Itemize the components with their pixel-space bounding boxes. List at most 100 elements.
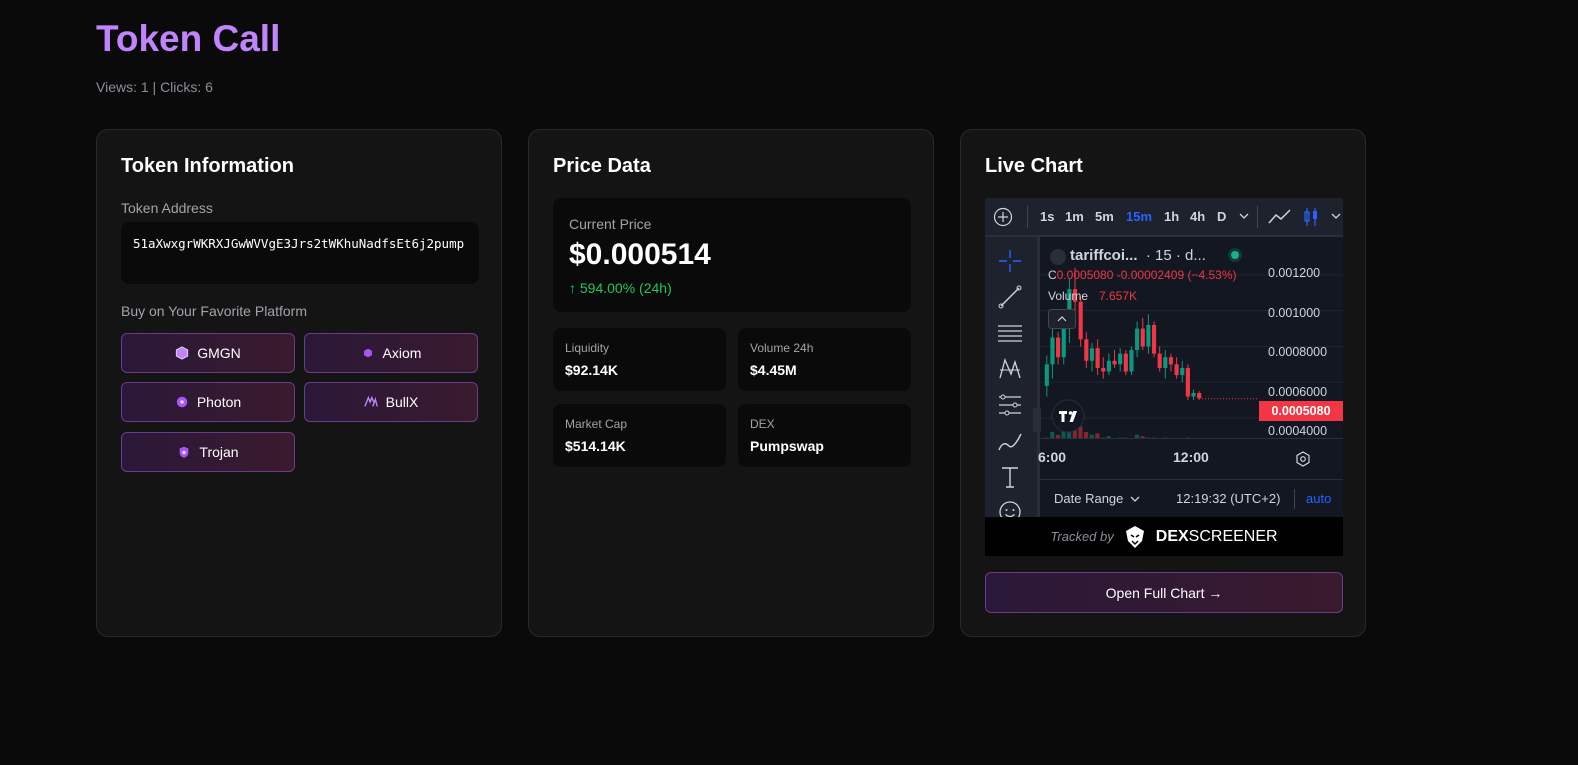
candle-body <box>1056 337 1061 358</box>
token-address-value[interactable]: 51aXwxgrWKRXJGwWVVgE3Jrs2tWKhuNadfsEt6j2… <box>121 222 479 284</box>
dex-label: DEX <box>750 417 775 431</box>
chart-bottom-bar: Date Range 12:19:32 (UTC+2) auto <box>1040 479 1343 518</box>
dex-metric: DEX Pumpswap <box>738 404 911 467</box>
auto-scale-toggle[interactable]: auto <box>1306 491 1331 506</box>
date-range-label: Date Range <box>1054 491 1124 506</box>
trojan-shield-icon <box>180 446 189 458</box>
axiom-label: Axiom <box>382 345 422 361</box>
timeframe-15m[interactable]: 15m <box>1126 209 1152 224</box>
token-avatar-icon <box>1050 249 1066 265</box>
live-chart-card: Live Chart 1s 1m 5m 15m 1h 4h D tariffco… <box>960 129 1366 637</box>
gmgn-button[interactable]: GMGN <box>121 333 295 373</box>
photon-circle-icon <box>176 396 188 408</box>
text-tool-icon[interactable] <box>997 464 1023 490</box>
time-axis-label: 12:00 <box>1173 449 1209 465</box>
platforms-label: Buy on Your Favorite Platform <box>121 303 307 319</box>
candle-body <box>1151 325 1157 354</box>
candle-body <box>1112 360 1117 365</box>
token-information-heading: Token Information <box>121 155 294 177</box>
candle-body <box>1140 328 1145 347</box>
add-indicator-icon[interactable] <box>993 207 1013 227</box>
dexscreener-logo-icon <box>1125 525 1144 548</box>
dex-value: Pumpswap <box>750 438 824 454</box>
price-axis-label: 0.0004000 <box>1268 424 1328 438</box>
ohlc-prefix: C <box>1048 268 1057 282</box>
volume-label: Volume 24h <box>750 341 814 355</box>
candle-body <box>1118 353 1123 365</box>
trend-line-icon[interactable] <box>997 284 1023 310</box>
time-axis: 6:00 12:00 <box>1038 438 1343 479</box>
candle-body <box>1163 357 1168 368</box>
settings-gear-icon[interactable] <box>1295 451 1311 467</box>
candlestick-icon[interactable] <box>1303 206 1319 228</box>
tracked-by-label: Tracked by <box>1050 529 1114 544</box>
candle-body <box>1174 364 1179 376</box>
chart-symbol-name: tariffcoi... <box>1070 247 1138 264</box>
price-axis-label: 0.0008000 <box>1268 345 1328 359</box>
candle-body <box>1123 353 1128 372</box>
fib-tool-icon[interactable] <box>997 392 1023 418</box>
market-cap-metric: Market Cap $514.14K <box>553 404 726 467</box>
candle-body <box>1095 348 1100 368</box>
ohlc-readout: C0.0005080 -0.00002409 (−4.53%) <box>1048 268 1236 282</box>
bottom-divider <box>1294 489 1295 509</box>
timeframe-5m[interactable]: 5m <box>1095 209 1114 224</box>
line-chart-icon[interactable] <box>1268 207 1292 227</box>
dexscreener-wordmark: DEXSCREENER <box>1156 528 1278 546</box>
crosshair-icon[interactable] <box>997 248 1023 274</box>
bullx-logo-icon <box>363 395 378 407</box>
date-range-chevron-icon <box>1130 496 1140 502</box>
price-data-heading: Price Data <box>553 155 651 177</box>
time-axis-label: 6:00 <box>1038 449 1067 465</box>
axiom-button[interactable]: Axiom <box>304 333 478 373</box>
timeframe-4h[interactable]: 4h <box>1190 209 1205 224</box>
candle-body <box>1191 393 1196 397</box>
price-data-card: Price Data Current Price $0.000514 ↑ 594… <box>528 129 934 637</box>
date-range-button[interactable]: Date Range <box>1054 491 1140 506</box>
candle-body <box>1135 328 1140 351</box>
price-axis-label: 0.0006000 <box>1268 385 1328 399</box>
volume-legend-label: Volume <box>1048 289 1089 303</box>
token-information-card: Token Information Token Address 51aXwxgr… <box>96 129 502 637</box>
liquidity-metric: Liquidity $92.14K <box>553 328 726 391</box>
liquidity-label: Liquidity <box>565 341 610 355</box>
dexscreener-footer[interactable]: Tracked by DEXSCREENER <box>985 517 1343 556</box>
brush-tool-icon[interactable] <box>997 428 1023 454</box>
price-axis-label: 0.001000 <box>1268 306 1321 320</box>
open-full-chart-button[interactable]: Open Full Chart → <box>985 572 1343 613</box>
market-cap-label: Market Cap <box>565 417 628 431</box>
price-change-24h: ↑ 594.00% (24h) <box>569 280 672 296</box>
timeframe-1m[interactable]: 1m <box>1065 209 1084 224</box>
bullx-label: BullX <box>385 394 419 410</box>
trojan-button[interactable]: Trojan <box>121 432 295 472</box>
volume-legend-value: 7.657K <box>1099 289 1138 303</box>
candle-body <box>1101 367 1106 372</box>
timeframe-1s[interactable]: 1s <box>1040 209 1054 224</box>
market-cap-value: $514.14K <box>565 438 626 454</box>
embedded-chart[interactable]: 1s 1m 5m 15m 1h 4h D tariffcoi... · 15 ·… <box>985 198 1343 556</box>
bullx-button[interactable]: BullX <box>304 382 478 422</box>
horizontal-lines-icon[interactable] <box>997 320 1023 346</box>
volume-value: $4.45M <box>750 362 797 378</box>
candle-body <box>1050 337 1055 365</box>
candle-body <box>1180 367 1185 376</box>
timeframe-d[interactable]: D <box>1217 209 1226 224</box>
photon-button[interactable]: Photon <box>121 382 295 422</box>
gmgn-hexagon-icon <box>176 346 189 360</box>
view-click-stats: Views: 1 | Clicks: 6 <box>96 79 213 95</box>
drawing-tools-sidebar <box>985 237 1040 523</box>
liquidity-value: $92.14K <box>565 362 618 378</box>
chevron-down-icon[interactable] <box>1239 212 1249 220</box>
price-axis-label: 0.001200 <box>1268 266 1321 280</box>
photon-label: Photon <box>196 394 242 410</box>
chart-type-chevron-icon[interactable] <box>1331 212 1341 220</box>
collapse-sidebar-handle[interactable] <box>1033 408 1041 432</box>
chart-symbol-meta: · 15 · d... <box>1145 247 1206 264</box>
collapse-legend-icon[interactable] <box>1048 309 1076 329</box>
candle-body <box>1185 367 1190 397</box>
market-status-icon <box>1228 248 1242 262</box>
candle-body <box>1089 348 1095 361</box>
timeframe-1h[interactable]: 1h <box>1164 209 1179 224</box>
pattern-tool-icon[interactable] <box>997 356 1023 382</box>
tradingview-logo-icon[interactable] <box>1051 399 1085 433</box>
